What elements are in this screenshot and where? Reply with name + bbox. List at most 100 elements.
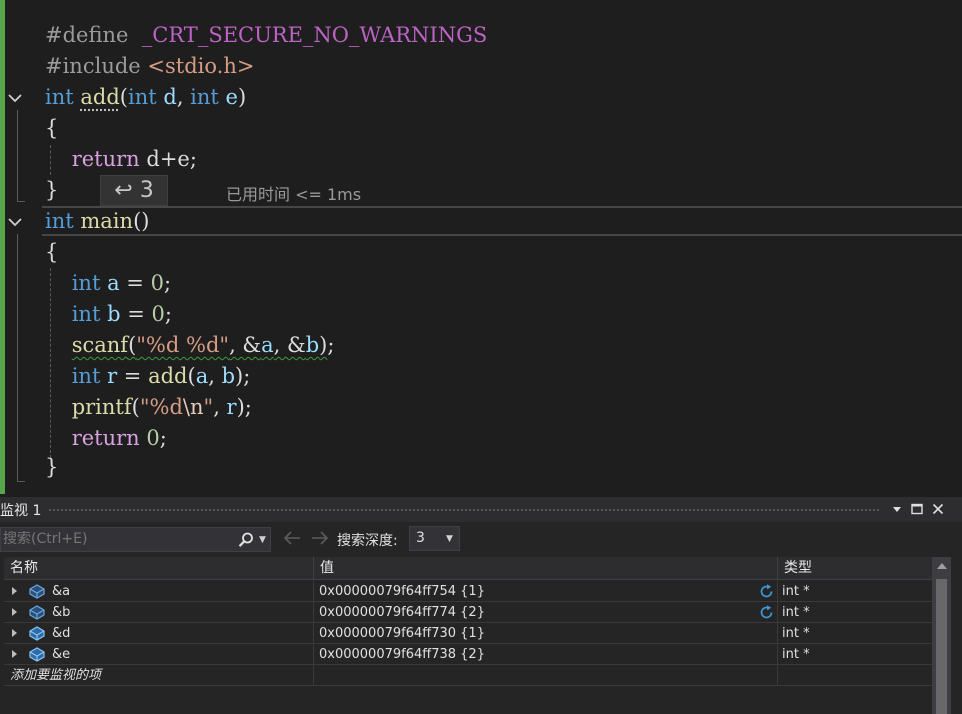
expand-arrow-icon[interactable]: [12, 650, 17, 658]
code-line-10[interactable]: int b = 0;: [45, 299, 172, 330]
window-position-icon[interactable]: [889, 501, 905, 517]
code-line-1[interactable]: #define _CRT_SECURE_NO_WARNINGS: [45, 20, 487, 51]
fold-chevron-icon[interactable]: [7, 90, 23, 106]
expand-arrow-icon[interactable]: [12, 629, 17, 637]
close-icon[interactable]: [930, 501, 946, 517]
watch-expression: &e: [52, 647, 71, 662]
dropdown-arrow-icon: ▼: [446, 534, 453, 544]
include-header: <stdio.h>: [147, 54, 255, 78]
keyword: int: [71, 364, 101, 388]
watch-value-cell[interactable]: 0x00000079f64ff754 {1}: [314, 581, 778, 602]
variable: a: [261, 333, 274, 357]
keyword-return: return: [71, 147, 140, 171]
refresh-icon[interactable]: [758, 583, 775, 600]
keyword: int: [71, 271, 101, 295]
watch-value-cell[interactable]: 0x00000079f64ff738 {2}: [314, 644, 778, 665]
code-line-2[interactable]: #include <stdio.h>: [45, 51, 254, 82]
elapsed-time-tip: 已用时间 <= 1ms: [226, 185, 362, 204]
code-editor[interactable]: #define _CRT_SECURE_NO_WARNINGS #include…: [0, 0, 962, 494]
empty-value-cell: [314, 665, 778, 686]
watch-value-cell[interactable]: 0x00000079f64ff774 {2}: [314, 602, 778, 623]
scroll-up-icon[interactable]: [937, 563, 947, 569]
watch-expression: &b: [52, 605, 71, 620]
watch-row[interactable]: &a 0x00000079f64ff754 {1} int *: [4, 581, 932, 602]
variable: b: [107, 302, 121, 326]
code-line-13[interactable]: printf("%d\n", r);: [45, 392, 252, 423]
watch-value-cell[interactable]: 0x00000079f64ff730 {1}: [314, 623, 778, 644]
code-line-12[interactable]: int r = add(a, b);: [45, 361, 251, 392]
watch-type-cell: int *: [782, 584, 810, 599]
column-header-name[interactable]: 名称: [4, 557, 314, 580]
watch-name-cell: &b: [4, 602, 314, 623]
variable: b: [221, 364, 236, 388]
search-depth-label: 搜索深度:: [337, 533, 398, 549]
preprocessor-define: #define: [45, 23, 129, 47]
expand-arrow-icon[interactable]: [12, 587, 17, 595]
scrollbar-thumb[interactable]: [936, 579, 947, 714]
watch-toolbar: ▼ 搜索深度: 3 ▼: [0, 522, 962, 557]
watch-title-bar[interactable]: 监视 1: [0, 497, 962, 522]
search-box[interactable]: ▼: [0, 527, 271, 552]
outline-guide: [17, 234, 18, 482]
watch-row[interactable]: &e 0x00000079f64ff738 {2} int *: [4, 644, 932, 665]
escape-sequence: \n: [182, 395, 204, 419]
column-header-value[interactable]: 值: [314, 557, 778, 580]
watch-row[interactable]: &b 0x00000079f64ff774 {2} int *: [4, 602, 932, 623]
keyword: int: [45, 85, 74, 109]
add-watch-cell[interactable]: 添加要监视的项: [4, 665, 314, 686]
refresh-icon[interactable]: [758, 604, 775, 621]
search-depth-select[interactable]: 3 ▼: [409, 526, 460, 551]
code-line-7[interactable]: int main(): [45, 206, 149, 237]
brace: }: [45, 455, 59, 479]
watch-row[interactable]: &d 0x00000079f64ff730 {1} int *: [4, 623, 932, 644]
variable: a: [107, 271, 120, 295]
watch-value: 0x00000079f64ff738 {2}: [319, 647, 485, 662]
string-literal: "%d: [139, 395, 183, 419]
number: 0: [150, 271, 164, 295]
code-line-3[interactable]: int add(int d, int e): [45, 82, 246, 113]
arrow-left-icon[interactable]: [281, 527, 303, 549]
number: 0: [146, 426, 160, 450]
watch-name-cell: &d: [4, 623, 314, 644]
add-watch-row[interactable]: 添加要监视的项: [4, 665, 932, 686]
code-line-11[interactable]: scanf("%d %d", &a, &b);: [45, 330, 335, 361]
code-line-8[interactable]: {: [45, 237, 58, 268]
step-back-icon[interactable]: ↩ 3: [100, 175, 168, 206]
watch-value: 0x00000079f64ff730 {1}: [319, 626, 485, 641]
code-line-5[interactable]: return d+e;: [45, 144, 197, 175]
string-literal: "%d %d": [136, 333, 230, 357]
fold-chevron-icon[interactable]: [7, 214, 23, 230]
watch-type-cell: int *: [782, 647, 810, 662]
keyword-return: return: [71, 426, 140, 450]
keyword: int: [71, 302, 101, 326]
dropdown-arrow-icon[interactable]: ▼: [259, 531, 269, 549]
watch-name-cell: &e: [4, 644, 314, 665]
param: d: [163, 85, 177, 109]
code-line-15[interactable]: }: [45, 452, 58, 483]
watch-grid: 名称 值 类型 &a 0x00000079f64ff754 {1} int * …: [4, 557, 932, 714]
code-line-6[interactable]: }: [45, 175, 58, 206]
code-line-9[interactable]: int a = 0;: [45, 268, 171, 299]
column-header-type[interactable]: 类型: [778, 557, 932, 580]
watch-title: 监视 1: [0, 503, 42, 519]
function-name: add: [148, 364, 188, 388]
vertical-scrollbar[interactable]: [932, 557, 951, 714]
drag-grip[interactable]: [48, 508, 880, 512]
number: 0: [151, 302, 165, 326]
brace: {: [45, 116, 59, 140]
search-input[interactable]: [3, 531, 228, 547]
watch-object-icon: [29, 584, 45, 599]
watch-value: 0x00000079f64ff754 {1}: [319, 584, 485, 599]
code-line-14[interactable]: return 0;: [45, 423, 167, 454]
variable: b: [305, 333, 320, 357]
arrow-right-icon[interactable]: [309, 527, 331, 549]
preprocessor-include: #include: [45, 54, 141, 78]
watch-type-cell: int *: [782, 605, 810, 620]
macro-name: _CRT_SECURE_NO_WARNINGS: [141, 23, 488, 47]
watch-name-cell: &a: [4, 581, 314, 602]
search-icon[interactable]: [237, 531, 255, 549]
expand-arrow-icon[interactable]: [12, 608, 17, 616]
code-line-4[interactable]: {: [45, 113, 58, 144]
brace: {: [45, 240, 59, 264]
maximize-icon[interactable]: [909, 501, 925, 517]
